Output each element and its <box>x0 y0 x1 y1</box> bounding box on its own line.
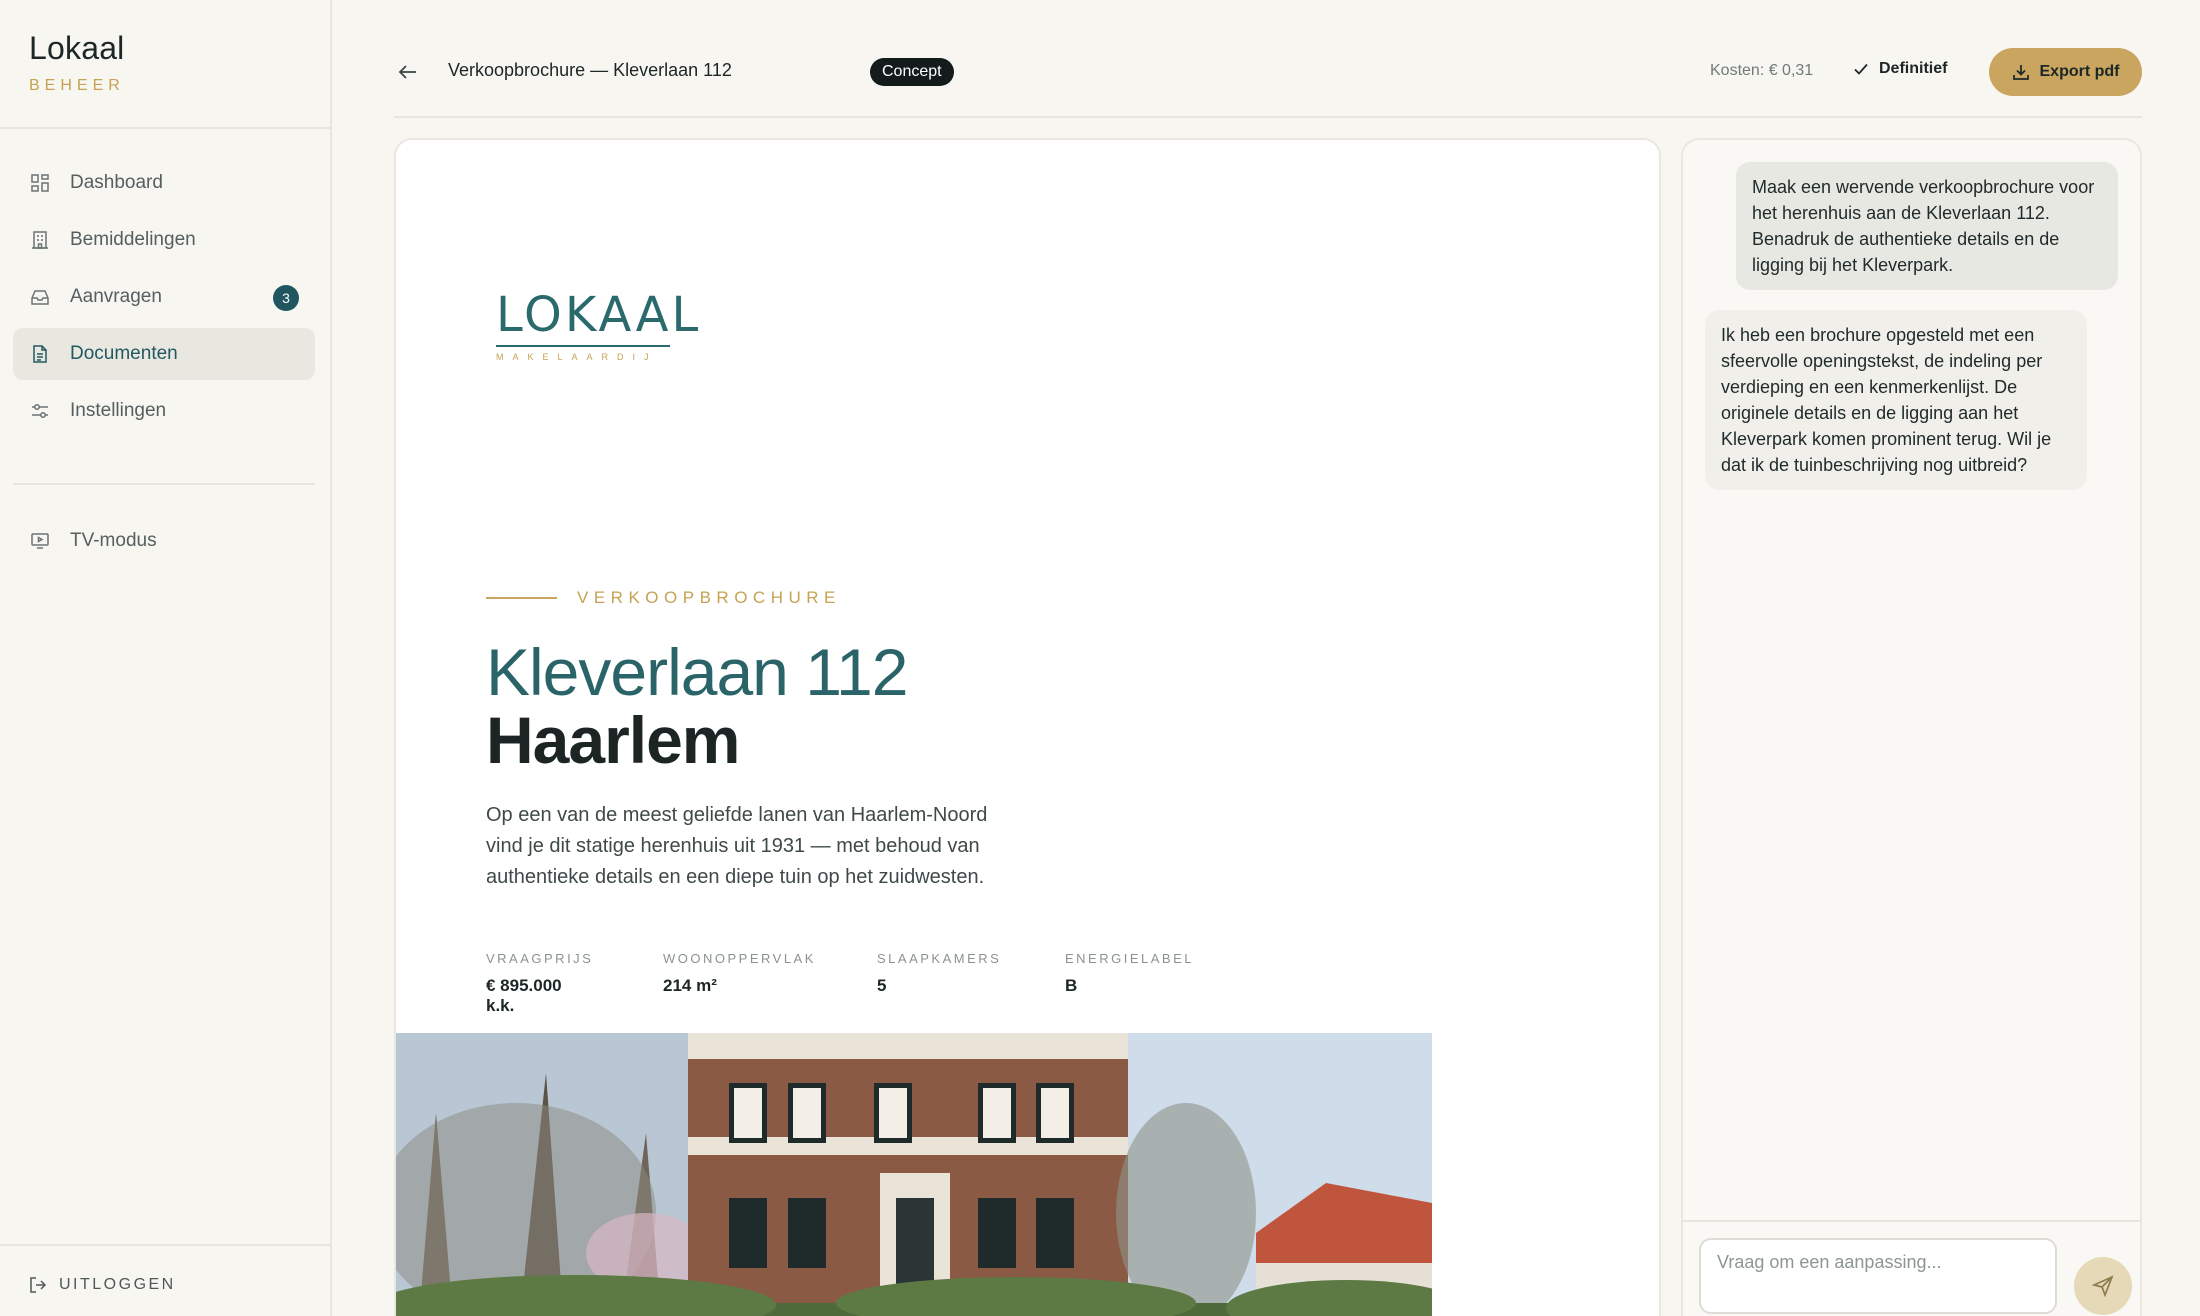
logo-word: LOKAAL <box>496 287 702 343</box>
send-button[interactable] <box>2074 1257 2132 1315</box>
sidebar-item-label: Instellingen <box>70 400 167 421</box>
user-message: Maak een wervende verkoopbrochure voor h… <box>1736 162 2118 290</box>
assistant-chat-panel: Maak een wervende verkoopbrochure voor h… <box>1681 138 2142 1316</box>
sidebar-item-label: TV-modus <box>70 530 157 551</box>
assistant-message: Ik heb een brochure opgesteld met een sf… <box>1705 310 2087 490</box>
fact-label: SLAAPKAMERS <box>877 951 1002 966</box>
logout-icon <box>29 1276 47 1294</box>
sidebar-item-bemiddelingen[interactable]: Bemiddelingen <box>13 214 315 266</box>
sidebar-nav-secondary: TV-modus <box>13 515 315 572</box>
logo-subtitle: MAKELAARDIJ <box>496 352 658 362</box>
chat-divider <box>1683 1220 2140 1222</box>
sidebar-item-label: Bemiddelingen <box>70 229 196 250</box>
eyebrow-label: VERKOOPBROCHURE <box>577 588 841 607</box>
export-label: Export pdf <box>2039 63 2120 80</box>
fact-label: WOONOPPERVLAK <box>663 951 816 966</box>
back-button[interactable] <box>394 58 422 86</box>
fact-value: € 895.000 k.k. <box>486 976 562 1015</box>
sidebar-nav: Dashboard Bemiddelingen Aanvragen 3 Docu… <box>13 157 315 442</box>
cost-label: Kosten: € 0,31 <box>1710 62 1814 79</box>
logo-line <box>496 345 670 347</box>
finalize-button[interactable]: Definitief <box>1852 60 1947 78</box>
sliders-icon <box>29 400 51 422</box>
sidebar-item-label: Dashboard <box>70 172 163 193</box>
fact-bedrooms: SLAAPKAMERS 5 <box>877 951 1001 996</box>
fact-asking-price: VRAAGPRIJS € 895.000 k.k. <box>486 951 593 1016</box>
check-icon <box>1852 60 1870 78</box>
fact-value: 214 m² <box>663 976 717 995</box>
download-icon <box>2012 63 2030 81</box>
fact-label: ENERGIELABEL <box>1065 951 1194 966</box>
brochure-preview[interactable]: LOKAAL MAKELAARDIJ VERKOOPBROCHURE Kleve… <box>394 138 1661 1316</box>
fact-label: VRAAGPRIJS <box>486 951 594 966</box>
fact-value: B <box>1065 976 1078 995</box>
building-icon <box>29 229 51 251</box>
logout-label: UITLOGGEN <box>59 1276 176 1293</box>
sidebar-divider <box>13 483 315 485</box>
sidebar-item-label: Documenten <box>70 343 178 364</box>
send-icon <box>2092 1275 2114 1297</box>
sidebar-item-tv-modus[interactable]: TV-modus <box>13 515 315 567</box>
sidebar: Lokaal BEHEER Dashboard Bemiddelingen Aa… <box>0 0 332 1316</box>
sidebar-item-aanvragen[interactable]: Aanvragen 3 <box>13 271 315 323</box>
brand-name: Lokaal <box>29 30 125 66</box>
intro-text: Op een van de meest geliefde lanen van H… <box>486 804 988 888</box>
fact-living-area: WOONOPPERVLAK 214 m² <box>663 951 816 996</box>
status-badge: Concept <box>870 58 954 86</box>
document-header: Verkoopbrochure — Kleverlaan 112 Concept… <box>394 44 2142 100</box>
eyebrow: VERKOOPBROCHURE <box>486 588 841 608</box>
export-pdf-button[interactable]: Export pdf <box>1989 48 2142 96</box>
count-badge: 3 <box>273 285 299 311</box>
heading-street: Kleverlaan 112 <box>486 635 908 709</box>
heading-city: Haarlem <box>486 703 740 777</box>
sidebar-divider <box>0 1244 330 1246</box>
fact-energy-label: ENERGIELABEL B <box>1065 951 1194 996</box>
document-icon <box>29 343 51 365</box>
fact-value: 5 <box>877 976 887 995</box>
finalize-label: Definitief <box>1879 60 1948 77</box>
chat-input[interactable]: Vraag om een aanpassing... <box>1699 1238 2057 1314</box>
sidebar-divider <box>0 127 330 129</box>
lokaal-logo: LOKAAL MAKELAARDIJ <box>496 287 701 362</box>
grid-icon <box>29 172 51 194</box>
inbox-icon <box>29 286 51 308</box>
logout-button[interactable]: UITLOGGEN <box>29 1276 176 1294</box>
sidebar-item-dashboard[interactable]: Dashboard <box>13 157 315 209</box>
sidebar-item-label: Aanvragen <box>70 286 162 307</box>
brand[interactable]: Lokaal BEHEER <box>29 30 125 95</box>
sidebar-item-documenten[interactable]: Documenten <box>13 328 315 380</box>
header-divider <box>394 116 2142 118</box>
house-photo <box>396 1033 1432 1316</box>
arrow-left-icon <box>398 65 416 79</box>
brand-subtitle: BEHEER <box>29 77 125 94</box>
eyebrow-rule <box>486 597 557 599</box>
page-title: Verkoopbrochure — Kleverlaan 112 <box>448 60 732 80</box>
monitor-icon <box>29 530 51 552</box>
sidebar-item-instellingen[interactable]: Instellingen <box>13 385 315 437</box>
